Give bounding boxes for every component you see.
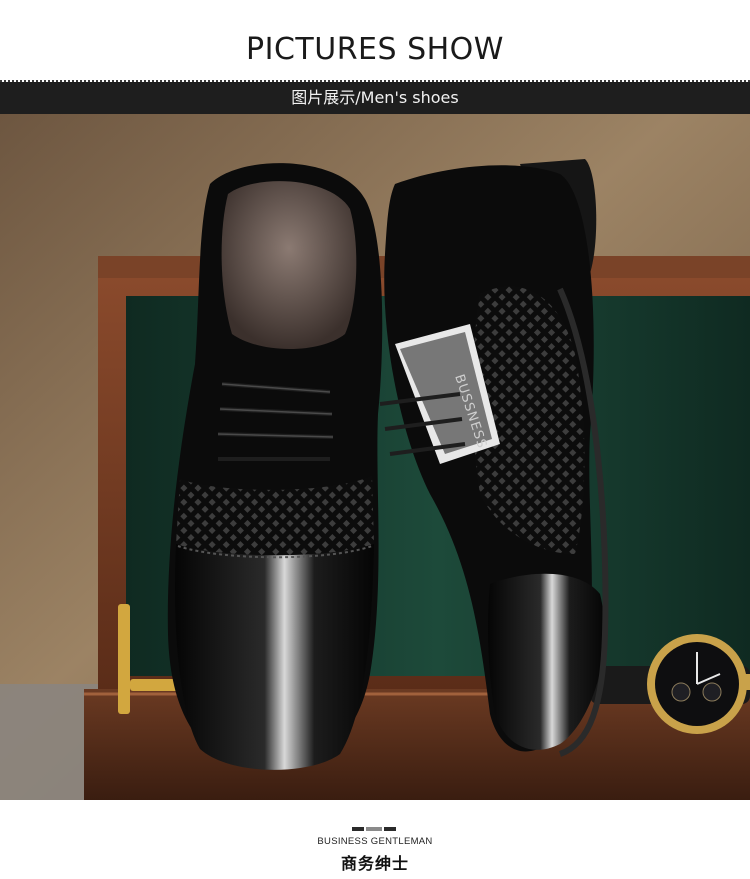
footer-marks bbox=[352, 827, 398, 831]
header: PICTURES SHOW bbox=[0, 0, 750, 80]
product-photo: BUSSNESS bbox=[0, 114, 750, 800]
subtitle-band: 图片展示/Men's shoes bbox=[0, 82, 750, 114]
footer-english-label: BUSINESS GENTLEMAN bbox=[317, 836, 433, 847]
brass-hinge bbox=[118, 604, 130, 714]
page-title: PICTURES SHOW bbox=[246, 32, 504, 67]
footer-chinese-label: 商务绅士 bbox=[340, 854, 409, 873]
shoes-illustration: BUSSNESS bbox=[0, 114, 750, 800]
